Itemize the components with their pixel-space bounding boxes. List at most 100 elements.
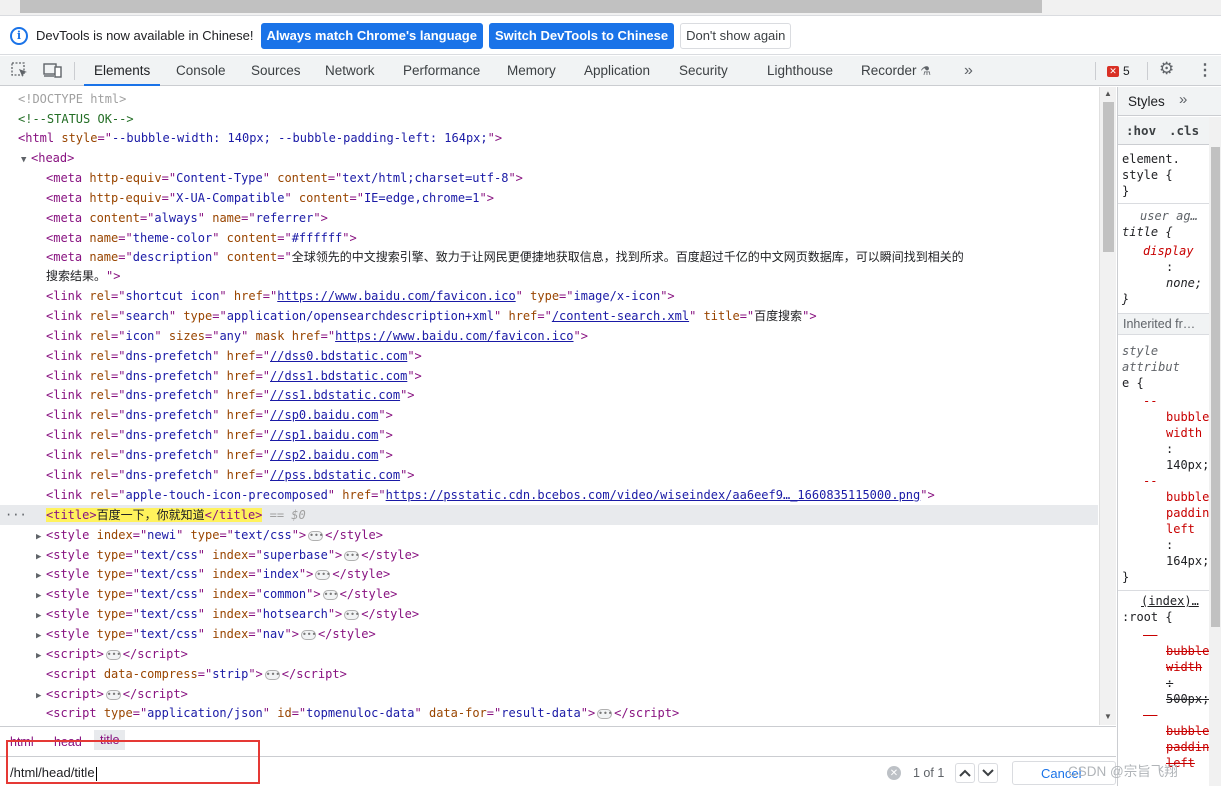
dom-line-link[interactable]: <link rel="dns-prefetch" href="//dss0.bd… [0,346,1098,366]
hov-toggle[interactable]: :hov [1126,123,1156,138]
dom-line-comment[interactable]: <!--STATUS OK--> [0,109,1098,129]
ellipsis-icon[interactable]: ••• [300,629,316,640]
dom-line-meta[interactable]: <meta name="theme-color" content="#fffff… [0,228,1098,248]
more-tabs-button[interactable]: » [964,56,973,86]
dom-line-meta[interactable]: <meta content="always" name="referrer"> [0,208,1098,228]
collapsed-triangle-icon[interactable]: ▶ [36,566,46,586]
dom-line-link[interactable]: <link rel="dns-prefetch" href="//sp1.bai… [0,425,1098,445]
dom-line-link[interactable]: <link rel="shortcut icon" href="https://… [0,286,1098,306]
tab-console[interactable]: Console [176,56,226,86]
tab-network[interactable]: Network [325,56,375,86]
link-url[interactable]: /content-search.xml [552,309,689,323]
link-url[interactable]: //sp2.baidu.com [270,448,378,462]
dom-tree-scrollbar[interactable]: ▲ ▼ [1099,87,1116,725]
dom-line-doctype[interactable]: <!DOCTYPE html> [0,89,1098,109]
cls-toggle[interactable]: .cls [1169,123,1199,138]
dom-line-link[interactable]: <link rel="dns-prefetch" href="//sp0.bai… [0,405,1098,425]
ellipsis-icon[interactable]: ••• [344,550,360,561]
attr-value: common [262,587,307,601]
settings-gear-icon[interactable]: ⚙ [1159,59,1177,78]
search-prev-button[interactable] [955,763,975,783]
dom-line-style[interactable]: ▶ <style type="text/css" index="nav"> ••• <… [0,624,1098,644]
dom-line-link[interactable]: <link rel="dns-prefetch" href="//pss.bds… [0,465,1098,485]
collapsed-triangle-icon[interactable]: ▶ [36,527,46,547]
scroll-up-icon[interactable]: ▲ [1104,89,1112,98]
link-url[interactable]: https://www.baidu.com/favicon.ico [277,289,515,303]
tab-memory[interactable]: Memory [507,56,556,86]
ellipsis-icon[interactable]: ••• [308,530,324,541]
dom-line-style[interactable]: ▶ <style type="text/css" index="hotsearch… [0,604,1098,624]
dom-line-meta[interactable]: <meta http-equiv="X-UA-Compatible" conte… [0,188,1098,208]
ellipsis-icon[interactable]: ••• [105,649,121,660]
dom-line-link[interactable]: <link rel="dns-prefetch" href="//sp2.bai… [0,445,1098,465]
dom-line-link[interactable]: <link rel="dns-prefetch" href="//dss1.bd… [0,366,1098,386]
error-count-badge[interactable]: ✕ 5 [1104,62,1133,80]
kebab-menu-icon[interactable]: ⋮ [1197,60,1215,79]
dom-line-style[interactable]: ▶ <style type="text/css" index="index"> ••… [0,564,1098,584]
dom-line-link[interactable]: <link rel="apple-touch-icon-precomposed"… [0,485,1098,505]
dom-line-style[interactable]: ▶ <style index="newi" type="text/css"> •••… [0,525,1098,545]
collapsed-triangle-icon[interactable]: ▶ [36,646,46,666]
status-comment: <!--STATUS OK--> [18,112,134,126]
dom-line-link[interactable]: <link rel="search" type="application/ope… [0,306,1098,326]
link-url[interactable]: //sp1.baidu.com [270,428,378,442]
collapsed-triangle-icon[interactable]: ▶ [36,626,46,646]
tab-styles[interactable]: Styles [1128,94,1165,109]
dom-line-head[interactable]: ▼ <head> [0,148,1098,168]
dom-line-meta[interactable]: <meta http-equiv="Content-Type" content=… [0,168,1098,188]
more-actions-icon[interactable]: ··· [5,505,27,525]
tab-elements[interactable]: Elements [84,56,161,86]
dom-line-style[interactable]: ▶ <style type="text/css" index="superbase… [0,545,1098,565]
tab-performance[interactable]: Performance [403,56,480,86]
dom-line-link[interactable]: <link rel="dns-prefetch" href="//ss1.bds… [0,385,1098,405]
page-horizontal-scrollbar[interactable] [0,0,1221,16]
ellipsis-icon[interactable]: ••• [322,589,338,600]
ellipsis-icon[interactable]: ••• [344,609,360,620]
dom-line-script[interactable]: <script type="application/json" id="topm… [0,703,1098,723]
dom-line-meta-wrap[interactable]: 搜索结果。"> [0,266,1098,286]
scrollbar-thumb[interactable] [1103,102,1114,252]
dom-line-title-selected[interactable]: ··· <title>百度一下，你就知道</title> == $0 [0,505,1098,525]
ellipsis-icon[interactable]: ••• [105,689,121,700]
dom-tree[interactable]: <!DOCTYPE html> <!--STATUS OK--> <html s… [0,87,1100,725]
link-url[interactable]: //pss.bdstatic.com [270,468,400,482]
dom-line-html[interactable]: <html style="--bubble-width: 140px; --bu… [0,128,1098,148]
search-result-count: 1 of 1 [913,766,945,780]
ellipsis-icon[interactable]: ••• [315,569,331,580]
dom-line-script[interactable]: ▶ <script> ••• </script> [0,644,1098,664]
ellipsis-icon[interactable]: ••• [597,708,613,719]
ellipsis-icon[interactable]: ••• [264,669,280,680]
expand-triangle-icon[interactable]: ▼ [21,150,31,170]
link-url[interactable]: //dss0.bdstatic.com [270,349,407,363]
dont-show-again-button[interactable]: Don't show again [680,22,792,49]
tab-security[interactable]: Security [679,56,728,86]
link-url[interactable]: //sp0.baidu.com [270,408,378,422]
collapsed-triangle-icon[interactable]: ▶ [36,586,46,606]
tab-application[interactable]: Application [584,56,650,86]
switch-to-chinese-button[interactable]: Switch DevTools to Chinese [488,22,675,49]
tab-recorder[interactable]: Recorder ⚗ [861,56,931,86]
styles-pane-scrollbar[interactable] [1209,117,1221,786]
dom-line-script[interactable]: <script data-compress="strip"> ••• </scrip… [0,664,1098,684]
tab-lighthouse[interactable]: Lighthouse [767,56,833,86]
inspect-element-icon[interactable] [11,62,29,78]
link-url[interactable]: //dss1.bdstatic.com [270,369,407,383]
more-panes-icon[interactable]: » [1179,91,1187,108]
link-url[interactable]: https://www.baidu.com/favicon.ico [335,329,573,343]
device-toolbar-icon[interactable] [43,62,62,78]
scrollbar-thumb[interactable] [20,0,1042,13]
dom-line-meta[interactable]: <meta name="description" content="全球领先的中… [0,247,1098,267]
collapsed-triangle-icon[interactable]: ▶ [36,606,46,626]
link-url[interactable]: //ss1.bdstatic.com [270,388,400,402]
tab-sources[interactable]: Sources [251,56,301,86]
stylesheet-link[interactable]: (index)… [1141,593,1199,609]
match-language-button[interactable]: Always match Chrome's language [260,22,483,49]
clear-search-icon[interactable]: ✕ [887,766,901,780]
dom-line-style[interactable]: ▶ <style type="text/css" index="common"> •… [0,584,1098,604]
scrollbar-thumb[interactable] [1211,147,1220,627]
search-next-button[interactable] [978,763,998,783]
scroll-down-icon[interactable]: ▼ [1104,712,1112,721]
dom-line-link[interactable]: <link rel="icon" sizes="any" mask href="… [0,326,1098,346]
dom-line-script[interactable]: ▶ <script> ••• </script> [0,684,1098,704]
link-url[interactable]: https://psstatic.cdn.bcebos.com/video/wi… [386,488,921,502]
